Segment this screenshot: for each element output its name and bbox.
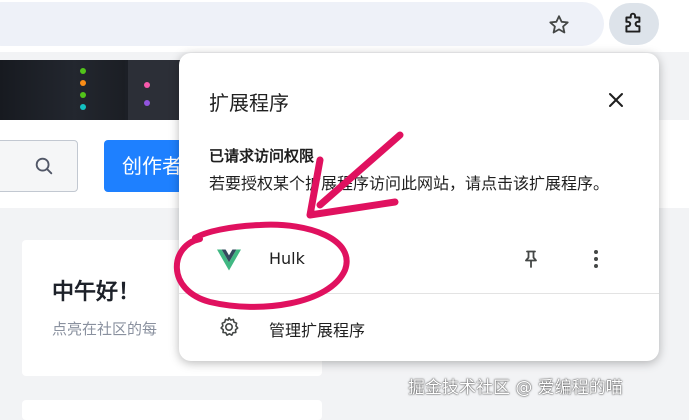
pin-icon <box>525 250 537 268</box>
banner-video <box>0 60 125 120</box>
close-button[interactable] <box>603 87 629 113</box>
star-icon <box>549 15 569 34</box>
banner-dot <box>80 68 86 74</box>
manage-extensions-item[interactable]: 管理扩展程序 <box>179 307 659 347</box>
banner-dot <box>144 100 150 106</box>
puzzle-icon <box>625 12 641 33</box>
more-options-button[interactable] <box>582 245 610 273</box>
banner-strip <box>128 60 180 120</box>
watermark: 掘金技术社区 @ 爱编程的喵 <box>408 378 623 398</box>
banner-dot <box>80 92 86 98</box>
extension-item-hulk[interactable]: Hulk <box>179 237 659 283</box>
requested-access-description: 若要授权某个扩展程序访问此网站，请点击该扩展程序。 <box>209 174 610 193</box>
manage-extensions-label: 管理扩展程序 <box>269 321 366 340</box>
address-bar[interactable] <box>0 2 604 46</box>
bookmark-button[interactable] <box>542 8 576 42</box>
divider <box>179 293 659 294</box>
banner-dot <box>80 104 86 110</box>
banner-dot <box>80 80 86 86</box>
greeting-title: 中午好！ <box>52 280 141 305</box>
popup-title: 扩展程序 <box>209 91 289 115</box>
more-vert-icon <box>594 250 598 268</box>
banner-dot <box>144 82 150 88</box>
close-icon <box>609 93 623 107</box>
gear-icon <box>220 317 239 336</box>
banner-image <box>0 60 180 120</box>
greeting-subtitle: 点亮在社区的每 <box>52 320 158 338</box>
browser-toolbar <box>0 0 689 52</box>
extensions-popup: 扩展程序 已请求访问权限 若要授权某个扩展程序访问此网站，请点击该扩展程序。 H… <box>179 53 659 361</box>
extension-name: Hulk <box>269 249 305 268</box>
extensions-button[interactable] <box>609 3 659 45</box>
search-button[interactable] <box>0 140 78 192</box>
search-icon <box>35 157 53 175</box>
vue-logo-icon <box>217 249 241 271</box>
secondary-card <box>22 400 322 420</box>
pin-button[interactable] <box>517 245 545 273</box>
requested-access-heading: 已请求访问权限 <box>209 147 315 165</box>
